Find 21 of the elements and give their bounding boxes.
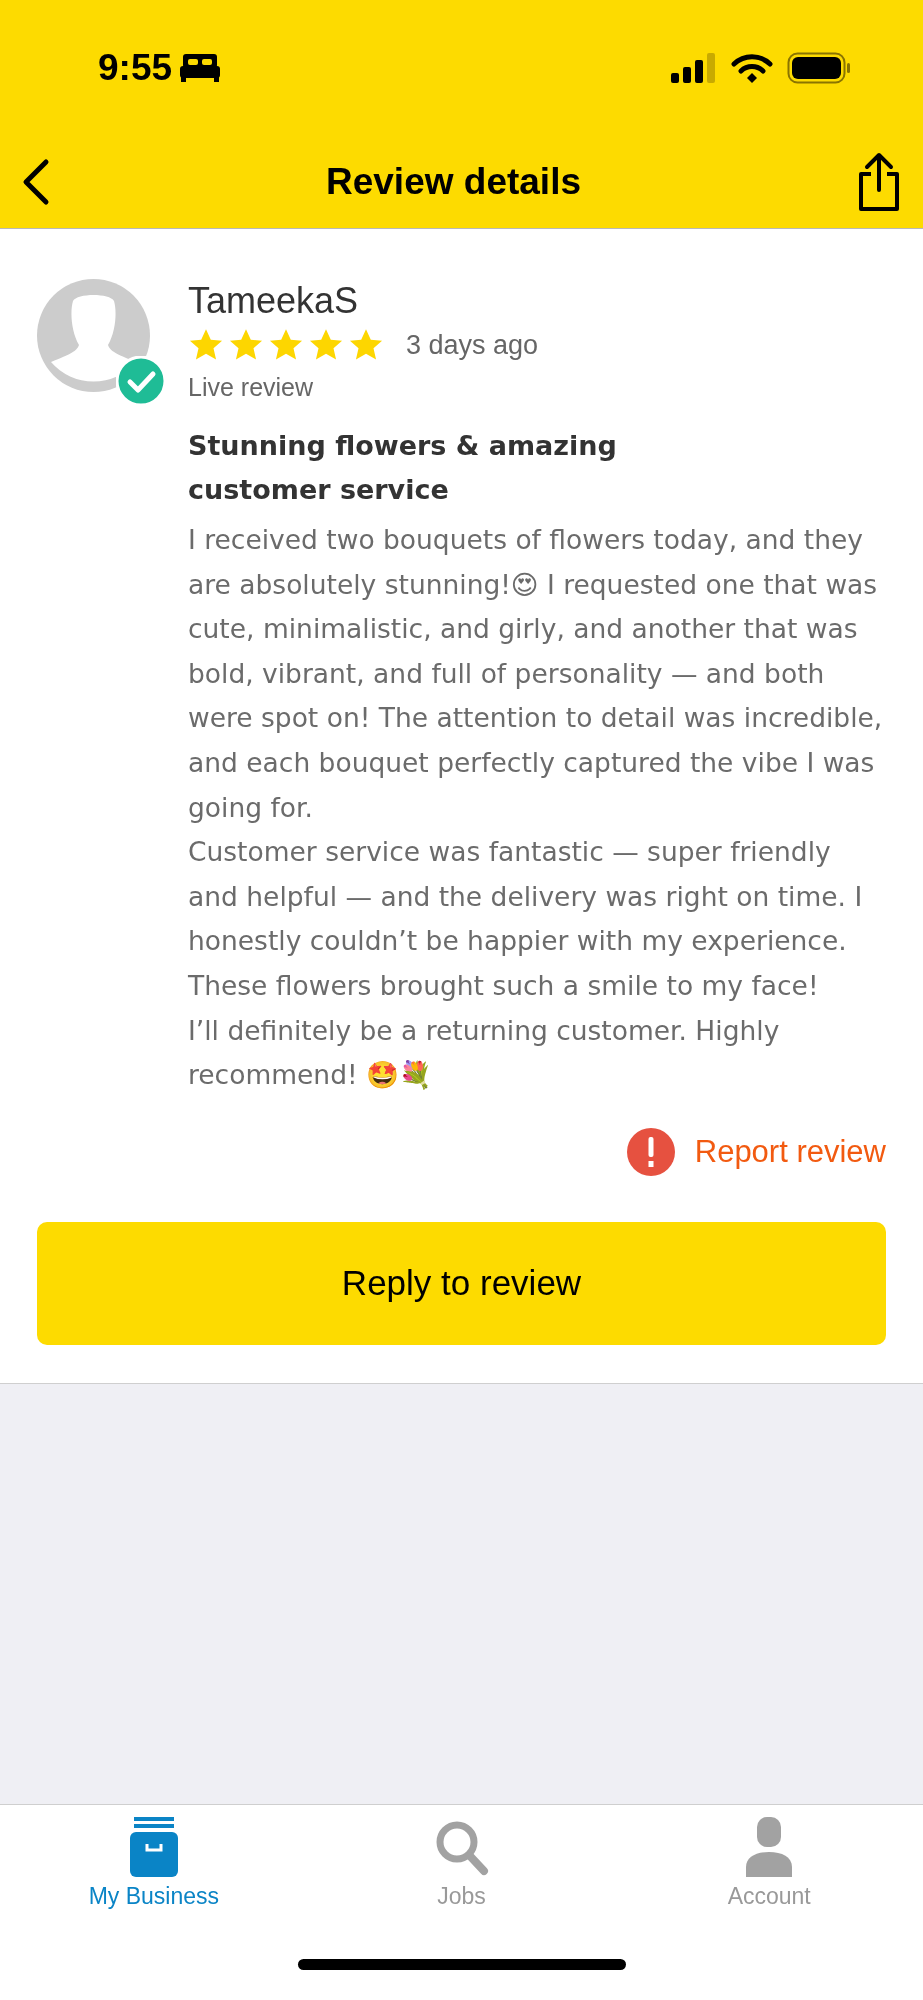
bed-icon: [180, 53, 221, 82]
review-text: Customer service was fantastic — super friendly and helpful — and the delivery was right on time. I honestly couldn’t be happier with my experience. These flowers brought such a smile to my face!: [188, 835, 864, 1003]
screen-title: Review details: [326, 160, 581, 203]
account-icon: [744, 1817, 795, 1877]
battery-icon: [787, 51, 851, 84]
tab[interactable]: My Business: [0, 1805, 308, 1910]
review-age: 3 days ago: [406, 329, 539, 361]
review-status: Live review: [188, 373, 315, 402]
reviewer-name: TameekaS: [188, 279, 360, 323]
archive-box-icon: [128, 1817, 179, 1877]
review-title: Stunning flowers & amazing customer service: [188, 429, 618, 507]
review-text: I received two bouquets of flowers today, and they are absolutely stunning!😍 I requested one that was cute, minimalistic, and girly, and another that was bold, vibrant, and full of personality — and both were spot on! The attention to detail was incredible, and each bouquet perfectly captured the vibe I was going for.: [188, 523, 884, 825]
status-time: 9:55: [98, 46, 173, 89]
tab[interactable]: Jobs: [307, 1805, 616, 1910]
signal-icon: [671, 52, 717, 83]
wifi-icon: [731, 52, 773, 83]
tab[interactable]: Account: [615, 1805, 923, 1910]
reply-button[interactable]: Reply to review: [37, 1221, 886, 1345]
report-review-link[interactable]: Report review: [626, 1127, 886, 1176]
alert-icon: [626, 1127, 675, 1176]
review-text: I’ll definitely be a returning customer. Highly recommend! 🤩💐: [188, 1013, 781, 1093]
